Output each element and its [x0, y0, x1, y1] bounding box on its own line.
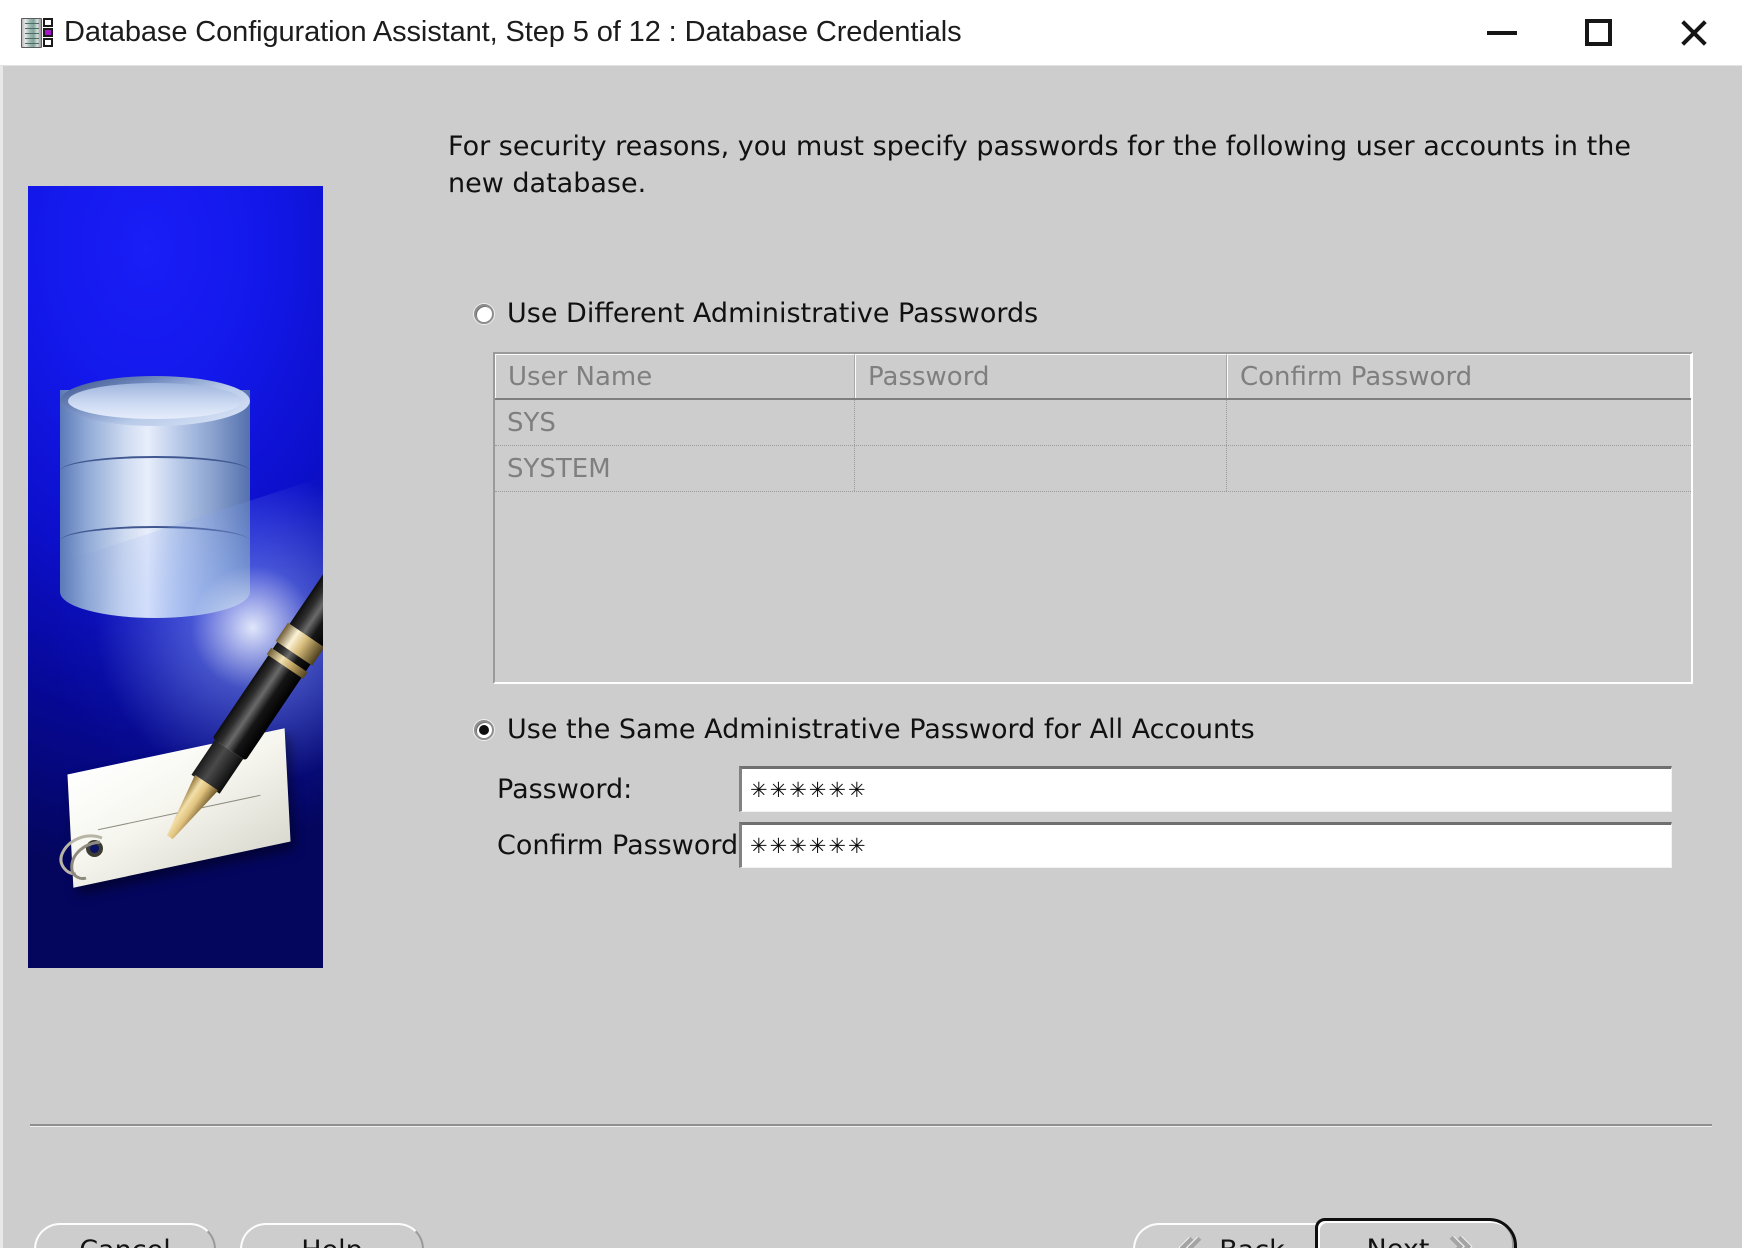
maximize-button[interactable]: [1550, 0, 1646, 66]
title-bar: Database Configuration Assistant, Step 5…: [0, 0, 1742, 66]
chevron-double-right-icon: [1445, 1237, 1465, 1248]
window-controls: [1454, 0, 1742, 66]
cell-confirm-password: [1227, 400, 1691, 445]
database-cylinder-icon: [60, 376, 250, 626]
radio-label-different-passwords: Use Different Administrative Passwords: [507, 298, 1039, 329]
radio-label-same-password: Use the Same Administrative Password for…: [507, 714, 1255, 745]
next-button[interactable]: Next: [1315, 1218, 1517, 1248]
table-body: SYS SYSTEM: [495, 400, 1691, 492]
database-app-icon: [20, 16, 54, 50]
minimize-icon: [1487, 30, 1517, 35]
close-icon: [1678, 17, 1710, 49]
cell-user-name: SYSTEM: [495, 446, 855, 491]
password-masked-value: ✳✳✳✳✳✳: [750, 777, 868, 802]
confirm-password-field-row: Confirm Password: ✳✳✳✳✳✳: [497, 822, 1672, 868]
chevron-double-left-icon: [1183, 1238, 1203, 1248]
intro-text: For security reasons, you must specify p…: [448, 131, 1631, 199]
column-header-password[interactable]: Password: [855, 354, 1227, 398]
next-button-label: Next: [1367, 1234, 1430, 1248]
back-button-label: Back: [1219, 1235, 1285, 1248]
database-pen-tag-illustration: [28, 186, 323, 968]
close-button[interactable]: [1646, 0, 1742, 66]
radio-use-different-passwords[interactable]: Use Different Administrative Passwords: [474, 298, 1038, 329]
tag-string: [59, 834, 103, 880]
cancel-button[interactable]: Cancel: [34, 1223, 216, 1248]
cell-password: [855, 446, 1227, 491]
maximize-icon: [1584, 19, 1612, 46]
password-input[interactable]: ✳✳✳✳✳✳: [739, 766, 1672, 812]
confirm-password-label: Confirm Password:: [497, 829, 748, 861]
column-header-user-name[interactable]: User Name: [495, 354, 855, 398]
column-header-confirm-password[interactable]: Confirm Password: [1227, 354, 1691, 398]
table-header-row: User Name Password Confirm Password: [495, 354, 1691, 400]
password-field-row: Password: ✳✳✳✳✳✳: [497, 766, 1672, 812]
cell-user-name: SYS: [495, 400, 855, 445]
footer-separator: [30, 1124, 1712, 1127]
radio-button-unselected-icon[interactable]: [474, 303, 494, 324]
back-button[interactable]: Back: [1133, 1223, 1335, 1248]
credentials-table[interactable]: User Name Password Confirm Password SYS …: [493, 352, 1693, 684]
confirm-password-masked-value: ✳✳✳✳✳✳: [750, 833, 868, 858]
table-row[interactable]: SYS: [495, 400, 1691, 446]
panel-left-edge: [0, 66, 3, 1248]
help-button-label: Help: [301, 1235, 363, 1248]
radio-button-selected-icon[interactable]: [474, 719, 494, 740]
dialog-body: For security reasons, you must specify p…: [0, 66, 1742, 1248]
password-label: Password:: [497, 773, 633, 805]
table-row[interactable]: SYSTEM: [495, 446, 1691, 492]
radio-use-same-password[interactable]: Use the Same Administrative Password for…: [474, 714, 1255, 745]
cell-password: [855, 400, 1227, 445]
dbca-window: Database Configuration Assistant, Step 5…: [0, 0, 1742, 1248]
help-button[interactable]: Help: [240, 1223, 424, 1248]
cell-confirm-password: [1227, 446, 1691, 491]
confirm-password-input[interactable]: ✳✳✳✳✳✳: [739, 822, 1672, 868]
cancel-button-label: Cancel: [79, 1235, 170, 1248]
minimize-button[interactable]: [1454, 0, 1550, 66]
window-title: Database Configuration Assistant, Step 5…: [64, 16, 962, 48]
